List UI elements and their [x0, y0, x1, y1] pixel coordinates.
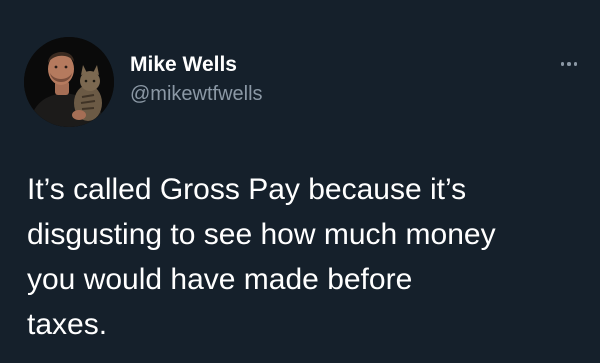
more-horizontal-icon [560, 62, 578, 66]
author-display-name[interactable]: Mike Wells [130, 52, 263, 78]
more-options-button[interactable] [554, 56, 584, 72]
author-handle[interactable]: @mikewtfwells [130, 82, 263, 106]
tweet-author: Mike Wells @mikewtfwells [130, 52, 263, 106]
avatar[interactable] [24, 37, 114, 127]
avatar-photo [24, 37, 114, 127]
tweet-text: It’s called Gross Pay because it’s disgu… [27, 173, 496, 341]
tweet-card: Mike Wells @mikewtfwells It’s called Gro… [0, 0, 600, 363]
